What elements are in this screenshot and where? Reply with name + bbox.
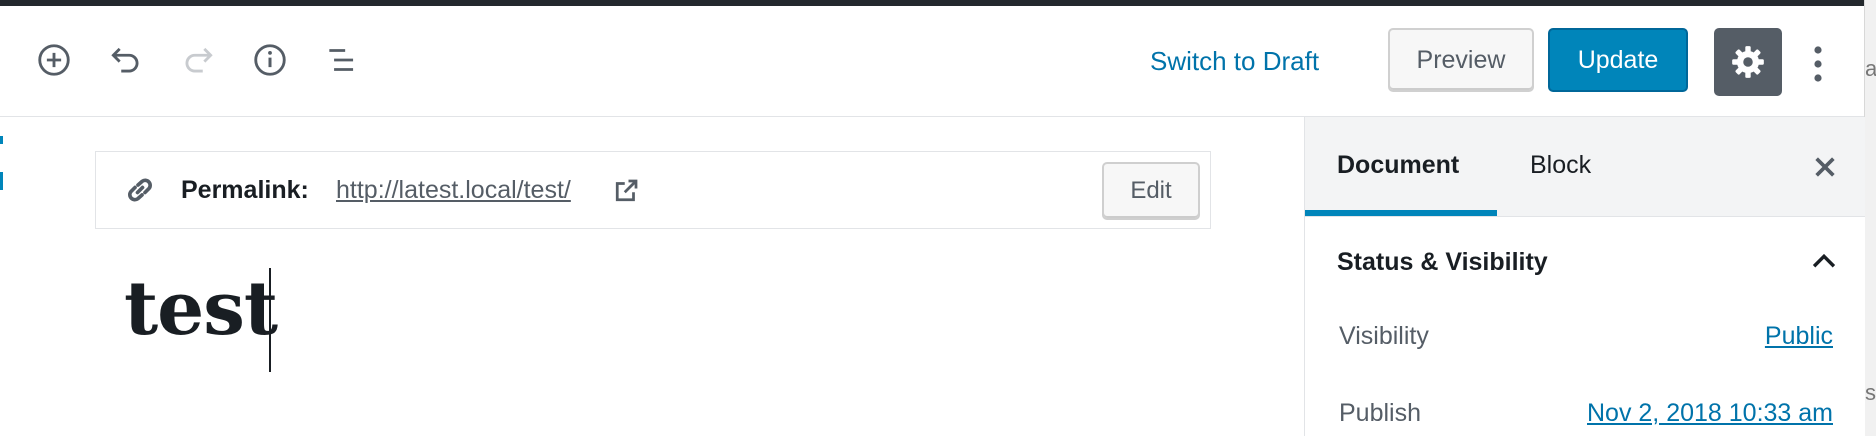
permalink-url-link[interactable]: http://latest.local/test/ bbox=[336, 176, 571, 205]
undo-icon bbox=[111, 47, 139, 73]
settings-button[interactable] bbox=[1714, 28, 1782, 96]
background-text-fragment: a bbox=[1865, 56, 1876, 82]
vertical-ellipsis-icon bbox=[1814, 46, 1822, 82]
switch-to-draft-button[interactable]: Switch to Draft bbox=[1150, 46, 1319, 77]
add-block-button[interactable] bbox=[28, 34, 80, 86]
list-outline-icon bbox=[329, 49, 354, 71]
sidebar-tabs: Document Block bbox=[1305, 117, 1865, 217]
block-edge-marker bbox=[0, 172, 3, 190]
permalink-bar: Permalink: http://latest.local/test/ Edi… bbox=[95, 151, 1211, 229]
gear-icon bbox=[1732, 46, 1764, 78]
text-caret bbox=[269, 268, 271, 372]
redo-icon bbox=[185, 47, 213, 73]
block-edge-marker bbox=[0, 136, 3, 144]
preview-button[interactable]: Preview bbox=[1388, 28, 1534, 92]
block-navigation-button[interactable] bbox=[316, 34, 368, 86]
tab-document[interactable]: Document bbox=[1337, 151, 1459, 180]
update-button[interactable]: Update bbox=[1548, 28, 1688, 92]
background-text-fragment: s bbox=[1865, 380, 1876, 405]
permalink-label: Permalink: bbox=[181, 176, 309, 204]
content-info-button[interactable] bbox=[244, 34, 296, 86]
settings-sidebar: Document Block Status & Visibility Visib… bbox=[1304, 117, 1865, 436]
more-tools-button[interactable] bbox=[1800, 34, 1836, 94]
external-link-icon[interactable] bbox=[611, 176, 641, 206]
info-icon bbox=[254, 44, 286, 76]
close-icon[interactable] bbox=[1805, 147, 1845, 187]
publish-date-link[interactable]: Nov 2, 2018 10:33 am bbox=[1587, 399, 1833, 428]
plus-circle-icon bbox=[38, 44, 70, 76]
editor-header-toolbar: Switch to Draft Preview Update bbox=[0, 6, 1864, 117]
redo-button[interactable] bbox=[172, 34, 224, 86]
visibility-label: Visibility bbox=[1339, 322, 1429, 350]
undo-button[interactable] bbox=[100, 34, 152, 86]
link-icon bbox=[128, 178, 152, 202]
visibility-value-link[interactable]: Public bbox=[1765, 322, 1833, 351]
active-tab-indicator bbox=[1305, 210, 1497, 216]
tab-block[interactable]: Block bbox=[1530, 151, 1591, 180]
chevron-up-icon[interactable] bbox=[1807, 245, 1841, 279]
post-title-input[interactable]: test bbox=[124, 272, 278, 346]
status-visibility-panel-title[interactable]: Status & Visibility bbox=[1337, 248, 1548, 277]
background-window-edge: a s bbox=[1864, 0, 1876, 436]
edit-permalink-button[interactable]: Edit bbox=[1102, 162, 1200, 220]
publish-label: Publish bbox=[1339, 399, 1421, 427]
